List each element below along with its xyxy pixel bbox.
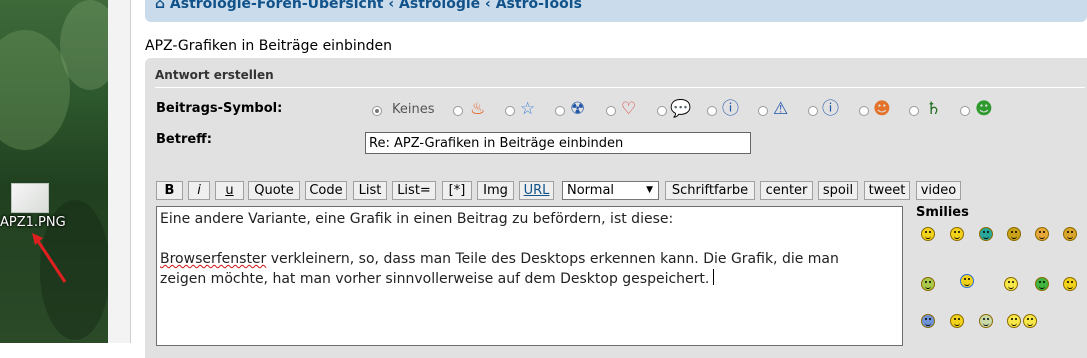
reply-heading: Antwort erstellen (155, 68, 274, 82)
subject-label: Betreff: (156, 132, 212, 147)
post-icon-radio-none[interactable] (372, 106, 382, 116)
cool-icon[interactable] (1035, 227, 1049, 241)
font-size-value: Normal (567, 183, 615, 198)
post-icon-radio-question[interactable] (707, 106, 717, 116)
star-icon: ☆ (520, 99, 536, 119)
post-icon-radio-heart[interactable] (606, 106, 616, 116)
post-icon-radio-radiation[interactable] (555, 106, 565, 116)
png-file-icon[interactable] (11, 183, 49, 213)
list-ordered-button[interactable]: List= (392, 181, 436, 200)
post-icon-radio-speech[interactable] (657, 106, 667, 116)
home-icon: ⌂ (155, 0, 166, 12)
teeth-grin-icon[interactable] (979, 227, 993, 241)
heart-icon: ♡ (621, 99, 637, 119)
breadcrumb-link-astro-tools[interactable]: Astro-Tools (496, 0, 582, 12)
nervous-icon[interactable] (979, 314, 993, 328)
radiation-icon: ☢ (570, 99, 586, 119)
desktop-file-label[interactable]: APZ1.PNG (0, 215, 66, 230)
warning-icon: ⚠ (773, 99, 789, 119)
squint-icon[interactable] (1007, 227, 1021, 241)
speech-bubble-icon: 💬 (670, 99, 692, 119)
sad-icon[interactable] (921, 314, 935, 328)
italic-button[interactable]: i (188, 181, 210, 200)
breadcrumb: ⌂ Astrologie-Foren-Übersicht ‹ Astrologi… (145, 0, 1087, 22)
font-size-select[interactable]: Normal ▼ (562, 181, 659, 200)
list-item-button[interactable]: [*] (442, 181, 472, 200)
saturn-symbol-icon: ♄ (926, 99, 942, 119)
post-icon-radio-warning[interactable] (758, 106, 768, 116)
text-cursor (713, 269, 715, 285)
breadcrumb-link-astrologie[interactable]: Astrologie (399, 0, 480, 12)
quote-button[interactable]: Quote (248, 181, 300, 200)
grin-icon[interactable] (950, 227, 964, 241)
post-icon-label: Beitrags-Symbol: (156, 101, 283, 116)
spellcheck-word: Browserfenster (160, 251, 267, 267)
browser-window-edge (108, 0, 131, 343)
red-arrow-annotation-icon (32, 233, 67, 283)
green-grin-icon: ☻ (975, 99, 993, 119)
surprised-icon[interactable] (1004, 277, 1018, 291)
sick-icon[interactable] (921, 277, 935, 291)
post-icon-radio-grin[interactable] (859, 106, 869, 116)
center-button[interactable]: center (760, 181, 813, 200)
breadcrumb-separator: ‹ (388, 0, 395, 12)
post-icon-radio-info[interactable] (808, 106, 818, 116)
blush-icon[interactable] (950, 314, 964, 328)
laugh-icon[interactable] (1063, 277, 1077, 291)
wink-icon[interactable] (1063, 227, 1077, 241)
info-icon: ⓘ (822, 99, 839, 119)
green-cool-icon[interactable] (1035, 277, 1049, 291)
message-line: Browserfenster verkleinern, so, dass man… (160, 251, 839, 267)
underline-button[interactable]: u (215, 181, 244, 200)
img-button[interactable]: Img (477, 181, 514, 200)
message-textarea[interactable]: Eine andere Variante, eine Grafik in ein… (156, 206, 903, 346)
topic-title[interactable]: APZ-Grafiken in Beiträge einbinden (145, 38, 392, 54)
tweet-button[interactable]: tweet (864, 181, 910, 200)
viking-icon[interactable] (960, 274, 974, 288)
grin-face-icon: ☻ (873, 99, 891, 119)
bold-button[interactable]: B (156, 181, 183, 200)
video-button[interactable]: video (916, 181, 961, 200)
breadcrumb-separator: ‹ (485, 0, 491, 12)
divider (155, 87, 1085, 88)
question-icon: ⓘ (722, 99, 739, 119)
url-button[interactable]: URL (519, 181, 554, 200)
list-button[interactable]: List (353, 181, 387, 200)
font-color-button[interactable]: Schriftfarbe (665, 181, 755, 200)
happy-twin-icon[interactable] (1023, 314, 1037, 328)
post-icon-radio-green-grin[interactable] (960, 106, 970, 116)
breadcrumb-link-home[interactable]: Astrologie-Foren-Übersicht (170, 0, 384, 12)
message-line: Eine andere Variante, eine Grafik in ein… (160, 211, 674, 227)
subject-input[interactable]: Re: APZ-Grafiken in Beiträge einbinden (365, 132, 751, 154)
code-button[interactable]: Code (305, 181, 347, 200)
message-line: zeigen möchte, hat man vorher sinnvoller… (160, 269, 899, 289)
smile-icon[interactable] (921, 227, 935, 241)
post-icon-radio-saturn[interactable] (909, 106, 919, 116)
post-icon-radio-star[interactable] (505, 106, 515, 116)
fire-icon: ♨ (470, 99, 486, 119)
desktop-background: APZ1.PNG (0, 0, 108, 343)
post-icon-radio-fire[interactable] (453, 106, 463, 116)
chevron-down-icon: ▼ (646, 185, 653, 195)
smilies-title: Smilies (916, 205, 969, 220)
happy-icon[interactable] (1007, 314, 1021, 328)
spoil-button[interactable]: spoil (818, 181, 858, 200)
post-icon-none-label: Keines (392, 102, 435, 117)
